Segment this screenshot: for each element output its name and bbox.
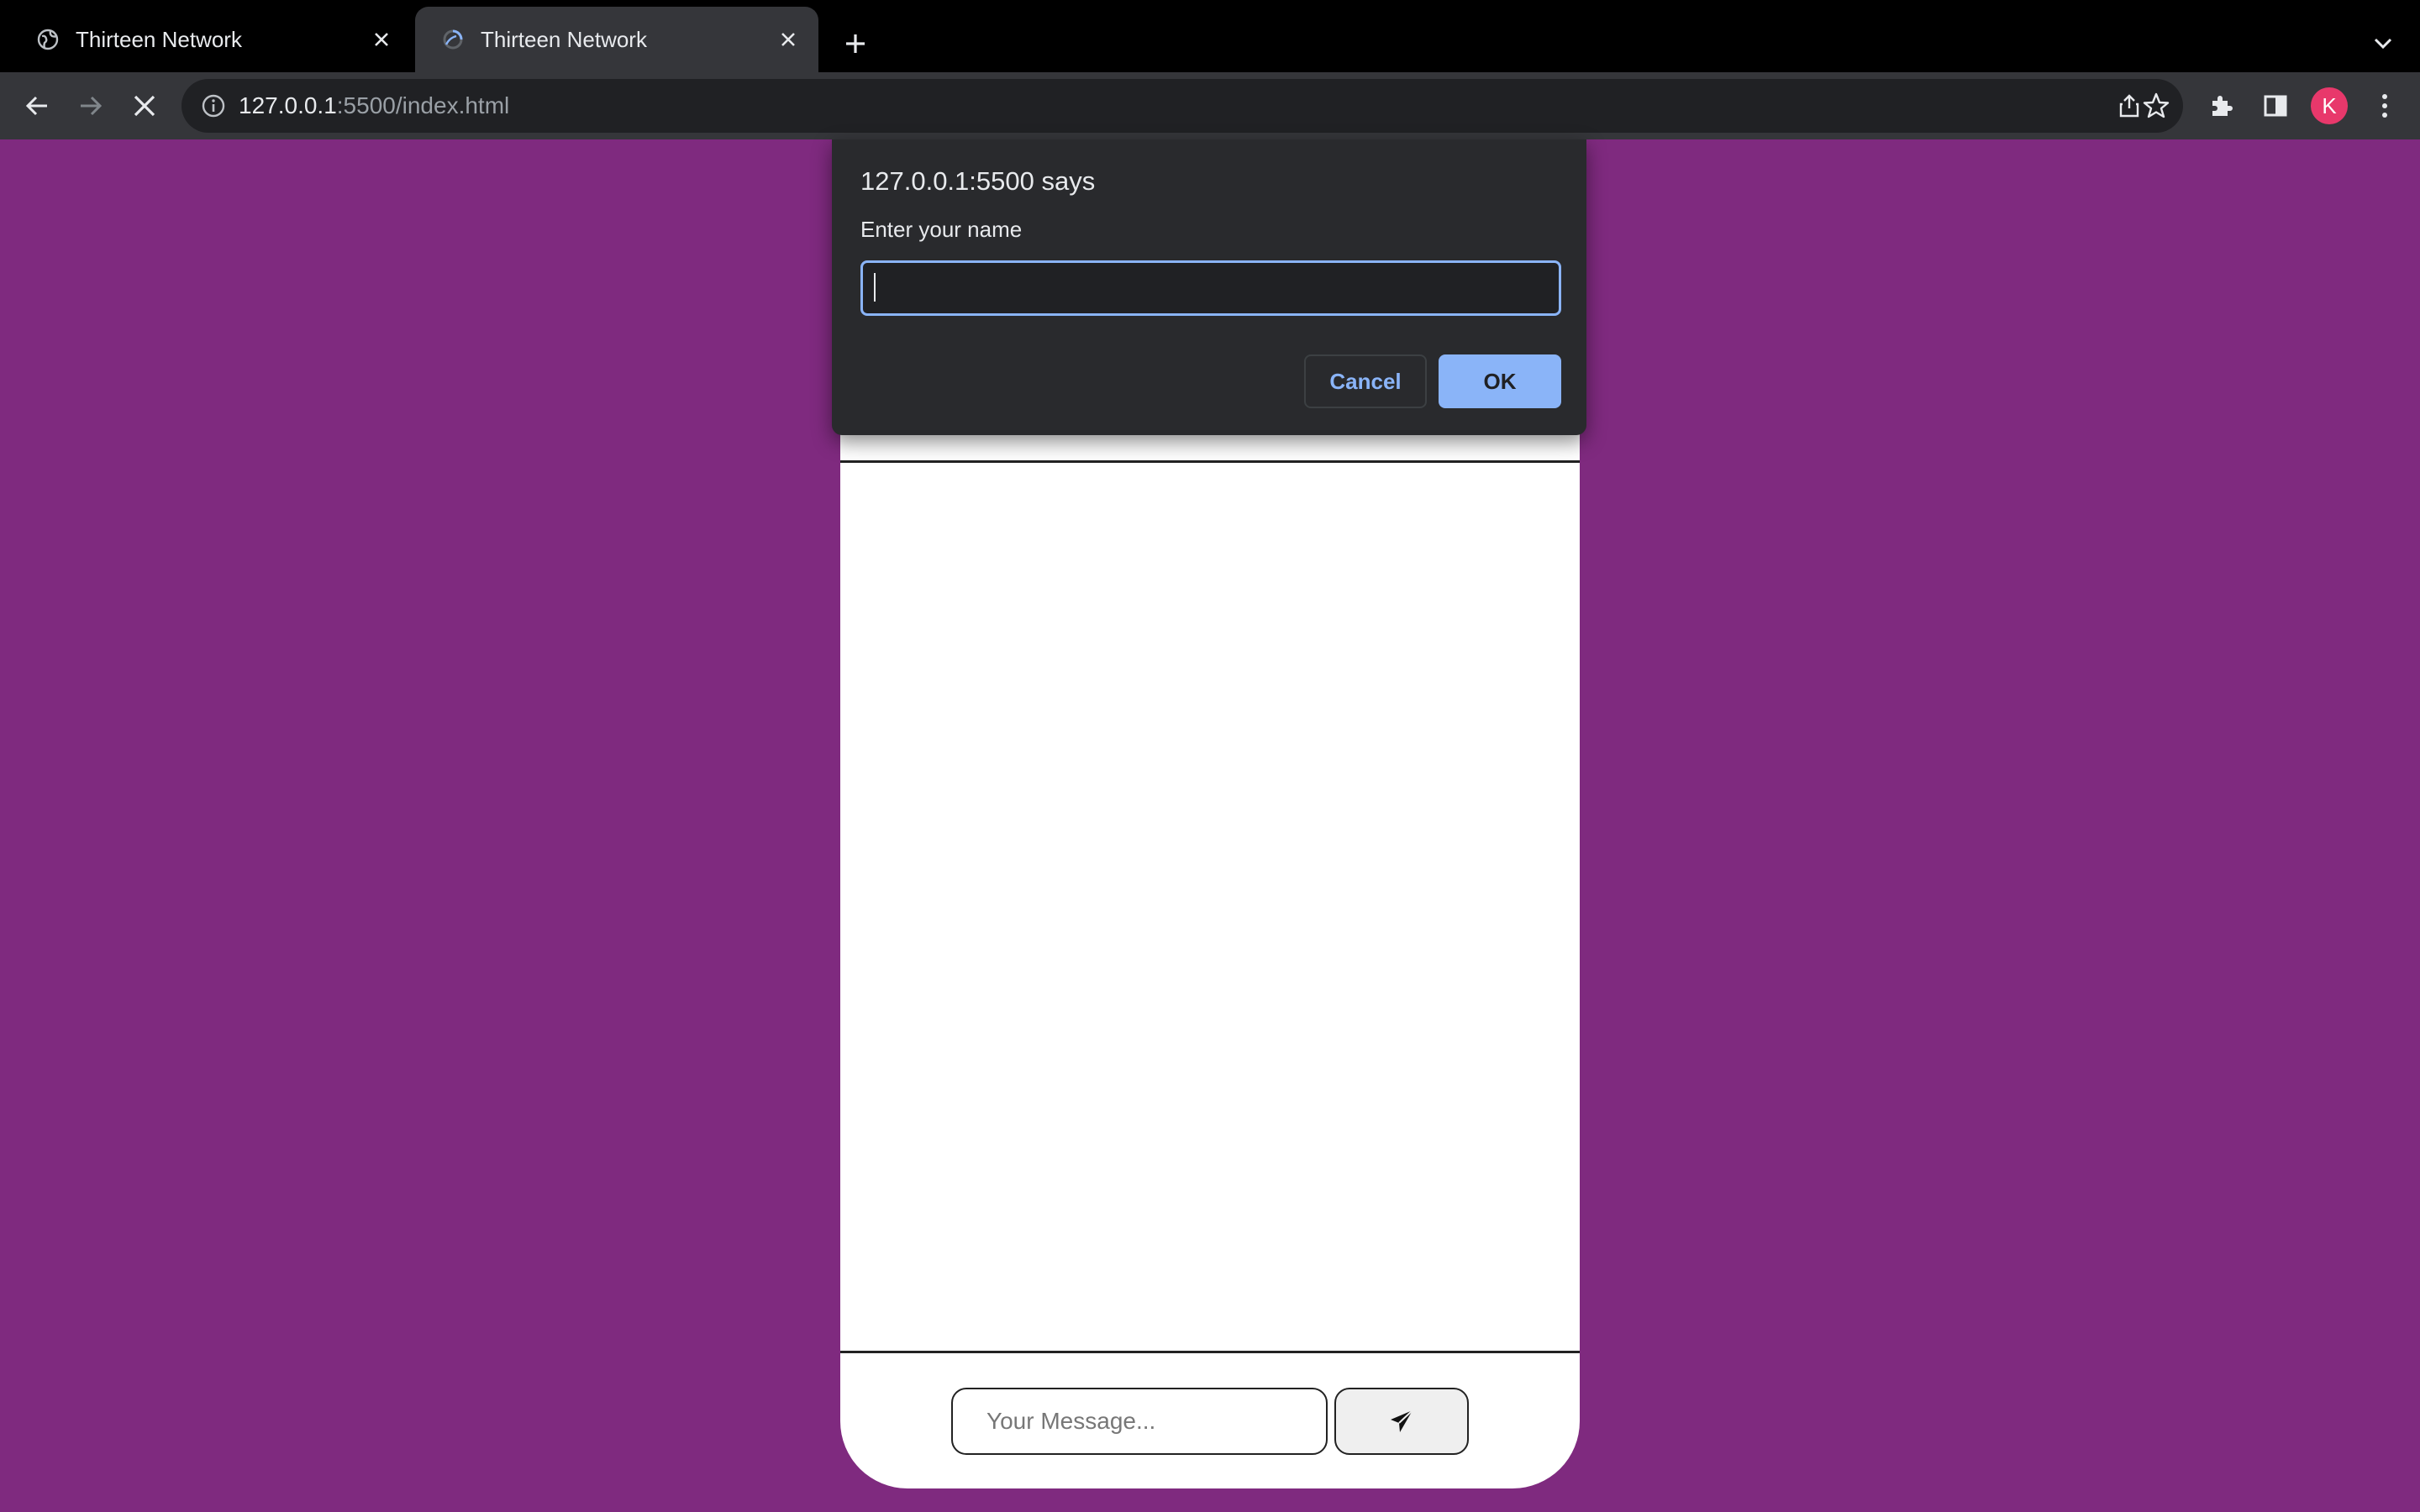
- header-divider: [840, 460, 1580, 463]
- more-vertical-icon: [2382, 94, 2387, 118]
- tab-1[interactable]: Thirteen Network: [10, 7, 412, 72]
- globe-icon: [35, 27, 60, 52]
- cancel-button[interactable]: Cancel: [1304, 354, 1427, 408]
- text-caret: [874, 273, 876, 302]
- bookmark-star-button[interactable]: [2134, 84, 2178, 128]
- url-host: 127.0.0.1: [239, 92, 337, 118]
- address-bar[interactable]: 127.0.0.1:5500/index.html: [182, 79, 2183, 133]
- ok-button[interactable]: OK: [1439, 354, 1561, 408]
- send-icon: [1391, 1410, 1413, 1432]
- url-text: 127.0.0.1:5500/index.html: [239, 91, 509, 121]
- tab-search-button[interactable]: [2363, 25, 2403, 62]
- close-icon[interactable]: [366, 24, 397, 55]
- tab-1-title: Thirteen Network: [76, 26, 242, 52]
- close-icon: [134, 95, 155, 117]
- profile-avatar[interactable]: K: [2311, 87, 2348, 124]
- send-button[interactable]: [1334, 1388, 1469, 1455]
- side-panel-button[interactable]: [2254, 84, 2297, 128]
- prompt-dialog: 127.0.0.1:5500 says Enter your name Canc…: [832, 139, 1586, 435]
- forward-button[interactable]: [69, 84, 113, 128]
- back-button[interactable]: [15, 84, 59, 128]
- footer-divider: [840, 1351, 1580, 1353]
- dialog-message: Enter your name: [860, 217, 1023, 242]
- dialog-title: 127.0.0.1:5500 says: [860, 166, 1096, 196]
- name-input[interactable]: [860, 260, 1561, 316]
- side-panel-icon: [2264, 95, 2287, 117]
- tab-strip: Thirteen Network Thirteen Network: [0, 0, 2420, 72]
- browser-toolbar: 127.0.0.1:5500/index.html K: [0, 72, 2420, 139]
- extensions-button[interactable]: [2200, 84, 2244, 128]
- star-icon: [2143, 92, 2170, 118]
- tab-2-active[interactable]: Thirteen Network: [415, 7, 818, 72]
- browser-menu-button[interactable]: [2363, 84, 2407, 128]
- stop-loading-button[interactable]: [123, 84, 166, 128]
- plus-icon: [846, 34, 865, 53]
- close-icon[interactable]: [773, 24, 803, 55]
- url-path: :5500/index.html: [336, 92, 510, 118]
- message-input[interactable]: [951, 1388, 1328, 1455]
- loading-spinner-icon: [440, 27, 466, 52]
- chevron-down-icon: [2374, 38, 2392, 50]
- new-tab-button[interactable]: [835, 24, 876, 64]
- info-icon[interactable]: [198, 91, 229, 121]
- puzzle-icon: [2212, 96, 2233, 116]
- arrow-left-icon: [25, 96, 47, 116]
- arrow-right-icon: [81, 96, 103, 116]
- tab-2-title: Thirteen Network: [481, 26, 647, 52]
